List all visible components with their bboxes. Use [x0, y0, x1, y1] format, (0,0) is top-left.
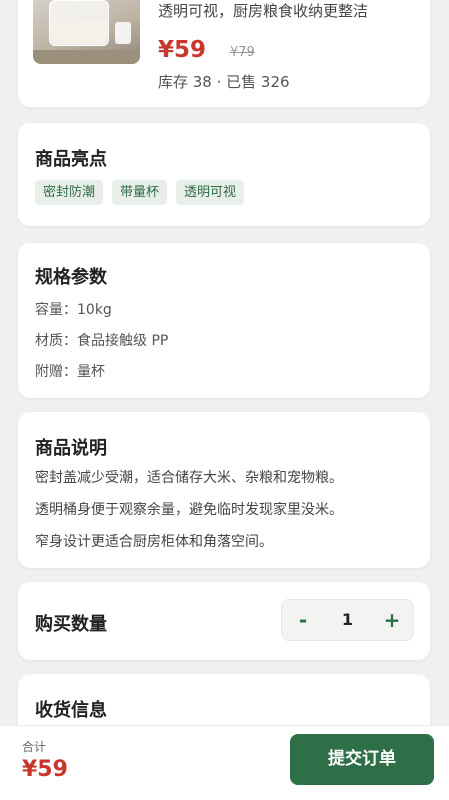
- total-value: ¥59: [22, 757, 68, 782]
- specs-card: 规格参数 容量：10kg 材质：食品接触级 PP 附赠：量杯: [18, 243, 430, 398]
- bottom-bar: 合计 ¥59 提交订单: [0, 725, 449, 800]
- highlight-tag: 密封防潮: [35, 180, 104, 205]
- address-title: 收货信息: [35, 700, 107, 721]
- quantity-plus-button[interactable]: +: [371, 600, 413, 640]
- highlight-tag: 带量杯: [112, 180, 168, 205]
- spec-capacity: 容量：10kg: [35, 302, 112, 318]
- highlight-tag: 透明可视: [176, 180, 245, 205]
- order-page: 透明可视，厨房粮食收纳更整洁 ¥59 ¥79 库存 38 · 已售 326 商品…: [0, 0, 449, 800]
- quantity-title: 购买数量: [35, 614, 107, 635]
- spec-gift: 附赠：量杯: [35, 364, 105, 380]
- highlights-title: 商品亮点: [35, 149, 107, 170]
- quantity-minus-button[interactable]: -: [282, 600, 324, 640]
- product-description: 透明可视，厨房粮食收纳更整洁: [158, 2, 369, 20]
- product-image: [33, 0, 140, 64]
- spec-material: 材质：食品接触级 PP: [35, 333, 169, 349]
- product-original-price: ¥79: [230, 45, 255, 60]
- submit-order-button[interactable]: 提交订单: [290, 734, 434, 785]
- description-line: 窄身设计更适合厨房柜体和角落空间。: [35, 534, 273, 550]
- description-line: 密封盖减少受潮，适合储存大米、杂粮和宠物粮。: [35, 470, 343, 486]
- product-card: 透明可视，厨房粮食收纳更整洁 ¥59 ¥79 库存 38 · 已售 326: [18, 0, 430, 107]
- product-image-rice: [51, 20, 107, 44]
- description-line: 透明桶身便于观察余量，避免临时发现家里没米。: [35, 502, 343, 518]
- address-card[interactable]: 收货信息: [18, 674, 430, 725]
- quantity-stepper: - 1 +: [281, 599, 414, 641]
- total-label: 合计: [22, 740, 47, 754]
- scroll-area[interactable]: 透明可视，厨房粮食收纳更整洁 ¥59 ¥79 库存 38 · 已售 326 商品…: [0, 0, 449, 725]
- product-image-shelf: [33, 50, 140, 64]
- product-price: ¥59: [158, 37, 207, 63]
- quantity-card: 购买数量 - 1 +: [18, 582, 430, 660]
- quantity-value: 1: [341, 610, 354, 629]
- highlight-tags: 密封防潮 带量杯 透明可视: [35, 180, 245, 205]
- description-card: 商品说明 密封盖减少受潮，适合储存大米、杂粮和宠物粮。 透明桶身便于观察余量，避…: [18, 412, 430, 568]
- product-image-cup: [115, 22, 131, 44]
- specs-title: 规格参数: [35, 267, 107, 288]
- product-stock-sales: 库存 38 · 已售 326: [158, 73, 290, 91]
- highlights-card: 商品亮点 密封防潮 带量杯 透明可视: [18, 123, 430, 226]
- description-title: 商品说明: [35, 438, 107, 459]
